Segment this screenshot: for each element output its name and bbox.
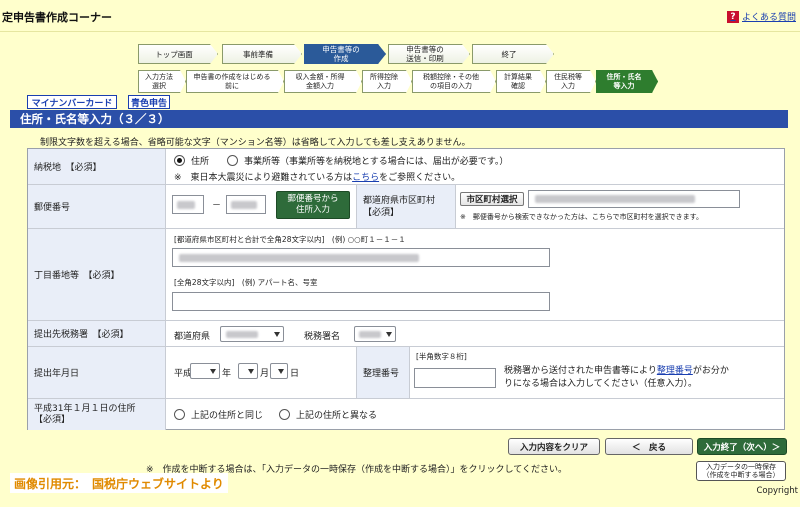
- substep-address: 住所・氏名 等入力: [596, 70, 658, 93]
- chome-input[interactable]: [172, 248, 550, 267]
- quake-link[interactable]: こちら: [352, 173, 379, 183]
- radio-office[interactable]: [227, 155, 239, 166]
- chome-label: 丁目番地等 【必須】: [28, 229, 166, 320]
- address-form: 納税地 【必須】 住所 事業所等（事業所等を納税地とする場合には、届出が必要です…: [27, 148, 785, 430]
- faq-label: よくある質問: [741, 13, 796, 23]
- app-title: 定申告書作成コーナー: [2, 11, 112, 24]
- seiri-input[interactable]: [414, 368, 496, 388]
- pref-city-label: 都道府県市区町村 【必須】: [356, 185, 456, 228]
- radio-h31-same[interactable]: [174, 409, 185, 420]
- year-label: 年: [222, 369, 232, 379]
- substep-tax-credit: 税額控除・その他 の項目の入力: [412, 70, 496, 93]
- substep-before: 申告書の作成をはじめる 前に: [186, 70, 284, 93]
- tax-office-label: 提出先税務署 【必須】: [28, 321, 166, 346]
- city-select-button[interactable]: 市区町村選択: [460, 192, 524, 206]
- radio-h31-diff[interactable]: [279, 409, 291, 420]
- blue-return-tab[interactable]: 青色申告: [128, 95, 170, 109]
- image-credit: 画像引用元： 国税庁ウェブサイトより: [10, 473, 228, 493]
- help-icon: ?: [726, 10, 739, 23]
- city-select-note: ※ 郵便番号から検索できなかった方は、こちらで市区町村を選択できます。: [460, 213, 703, 221]
- step-send: 申告書等の 送信・印刷: [388, 44, 470, 64]
- top-bar: 定申告書作成コーナー ? よくある質問: [0, 0, 800, 32]
- mynumber-card-tab[interactable]: マイナンバーカード: [27, 95, 117, 109]
- faq-link[interactable]: ? よくある質問: [726, 10, 796, 23]
- building-input[interactable]: [172, 292, 550, 311]
- day-select[interactable]: [270, 363, 288, 379]
- substep-result: 計算結果 確認: [496, 70, 546, 93]
- clear-button[interactable]: 入力内容をクリア: [508, 438, 600, 455]
- seiri-link[interactable]: 整理番号: [657, 366, 693, 376]
- day-label: 日: [290, 369, 300, 379]
- pref-select[interactable]: [220, 326, 284, 342]
- tax-office-select-label: 税務署名: [304, 332, 341, 342]
- tax-office-select[interactable]: [354, 326, 396, 342]
- notice-text: 制限文字数を超える場合、省略可能な文字（マンション名等）は省略して入力しても差し…: [40, 138, 471, 148]
- postal-dash: －: [212, 201, 222, 211]
- seiri-note: 税務署から送付された申告書等により整理番号がお分か りになる場合は入力してくださ…: [504, 366, 729, 389]
- seiri-label: 整理番号: [356, 347, 410, 398]
- row-postal: 郵便番号 － 郵便番号から 住所入力 都道府県市区町村 【必須】 市区町村選択 …: [28, 185, 784, 229]
- step-create: 申告書等の 作成: [304, 44, 386, 64]
- radio-address-label: 住所: [191, 157, 210, 167]
- radio-h31-same-label: 上記の住所と同じ: [191, 411, 264, 421]
- substep-method: 入力方法 選択: [138, 70, 186, 93]
- date-label: 提出年月日: [28, 347, 166, 398]
- next-button[interactable]: 入力終了（次へ）＞: [697, 438, 787, 455]
- temp-save-button[interactable]: 入力データの一時保存 （作成を中断する場合）: [696, 461, 786, 481]
- radio-address[interactable]: [174, 155, 185, 166]
- postal-first-input[interactable]: [172, 195, 204, 214]
- step-top: トップ画面: [138, 44, 218, 64]
- seiri-hint: [半角数字８桁]: [416, 352, 467, 361]
- row-h31-address: 平成31年１月１日の住所 【必須】 上記の住所と同じ 上記の住所と異なる: [28, 399, 784, 430]
- substep-income: 収入金額・所得 金額入力: [284, 70, 362, 93]
- month-label: 月: [260, 369, 270, 379]
- nouzeichi-label: 納税地 【必須】: [28, 149, 166, 184]
- pref-select-label: 都道府県: [174, 332, 211, 342]
- chome-hint-1: [都道府県市区町村と合計で全角28文字以内] (例) ○○町１－１－１: [174, 235, 406, 244]
- month-select[interactable]: [238, 363, 258, 379]
- postal-label: 郵便番号: [28, 185, 166, 228]
- copyright: Copyright: [756, 486, 798, 496]
- row-chome: 丁目番地等 【必須】 [都道府県市区町村と合計で全角28文字以内] (例) ○○…: [28, 229, 784, 321]
- radio-h31-diff-label: 上記の住所と異なる: [296, 411, 378, 421]
- row-nouzeichi: 納税地 【必須】 住所 事業所等（事業所等を納税地とする場合には、届出が必要です…: [28, 149, 784, 185]
- city-input[interactable]: [528, 190, 740, 208]
- section-title: 住所・氏名等入力（３／３）: [10, 110, 788, 128]
- h31-address-label: 平成31年１月１日の住所 【必須】: [28, 399, 166, 430]
- radio-office-label: 事業所等（事業所等を納税地とする場合には、届出が必要です。）: [244, 157, 509, 167]
- quake-note: ※ 東日本大震災により避難されている方はこちらをご参照ください。: [174, 173, 461, 183]
- substep-resident-tax: 住民税等 入力: [546, 70, 596, 93]
- year-select[interactable]: [190, 363, 220, 379]
- substep-deduction: 所得控除 入力: [362, 70, 412, 93]
- step-end: 終了: [472, 44, 554, 64]
- step-prep: 事前準備: [222, 44, 302, 64]
- chome-hint-2: [全角28文字以内] (例) アパート名、号室: [174, 278, 318, 287]
- postal-second-input[interactable]: [226, 195, 266, 214]
- row-date: 提出年月日 平成 年 月 日 整理番号 [半角数字８桁] 税務署から送付された申…: [28, 347, 784, 399]
- postal-lookup-button[interactable]: 郵便番号から 住所入力: [276, 191, 350, 219]
- back-button[interactable]: ＜ 戻る: [605, 438, 693, 455]
- row-tax-office: 提出先税務署 【必須】 都道府県 税務署名: [28, 321, 784, 347]
